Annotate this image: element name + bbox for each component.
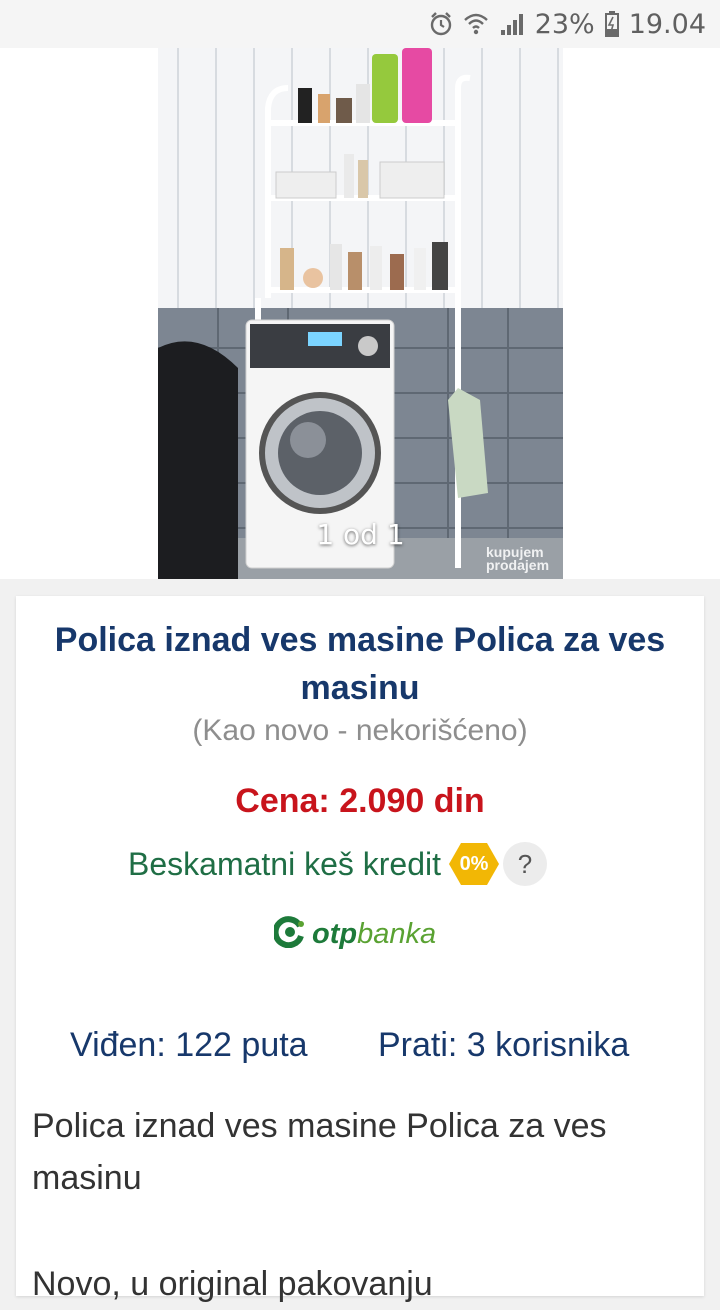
credit-row[interactable]: Beskamatni keš kredit 0% ?: [128, 842, 548, 886]
zero-percent-badge: 0%: [449, 842, 500, 886]
bank-name-part1: otp: [312, 917, 358, 950]
followers-count: Prati: 3 korisnika: [378, 1026, 630, 1064]
image-gallery[interactable]: 1 od 1 kupujem prodajem: [0, 48, 720, 579]
stats-row: Viđen: 122 puta Prati: 3 korisnika: [16, 1026, 704, 1070]
battery-percent: 23%: [534, 8, 595, 40]
price-label: Cena: 2.090 din: [235, 782, 485, 820]
watermark-logo: kupujem prodajem: [486, 544, 550, 573]
bank-logo: otpbanka: [272, 914, 437, 954]
signal-icon: [499, 12, 525, 36]
description-text: Polica iznad ves masine Polica za ves ma…: [32, 1107, 607, 1197]
help-button[interactable]: ?: [503, 842, 548, 886]
battery-icon: [604, 11, 619, 37]
clock-time: 19.04: [628, 8, 706, 40]
product-photo[interactable]: [158, 48, 563, 579]
listing-title: Polica iznad ves masine Polica za ves ma…: [54, 621, 666, 707]
views-count: Viđen: 122 puta: [70, 1026, 308, 1064]
condition-label: (Kao novo - nekorišćeno): [192, 714, 528, 747]
bank-name-part2: banka: [357, 917, 437, 950]
status-bar: 23% 19.04: [0, 0, 720, 48]
otp-logo-icon: [272, 916, 306, 952]
listing-card: Polica iznad ves masine Polica za ves ma…: [16, 596, 704, 1303]
description-more: Novo, u original pakovanju: [32, 1265, 433, 1303]
credit-label[interactable]: Beskamatni keš kredit: [128, 846, 441, 883]
wifi-icon: [463, 12, 489, 36]
alarm-icon: [429, 11, 453, 37]
